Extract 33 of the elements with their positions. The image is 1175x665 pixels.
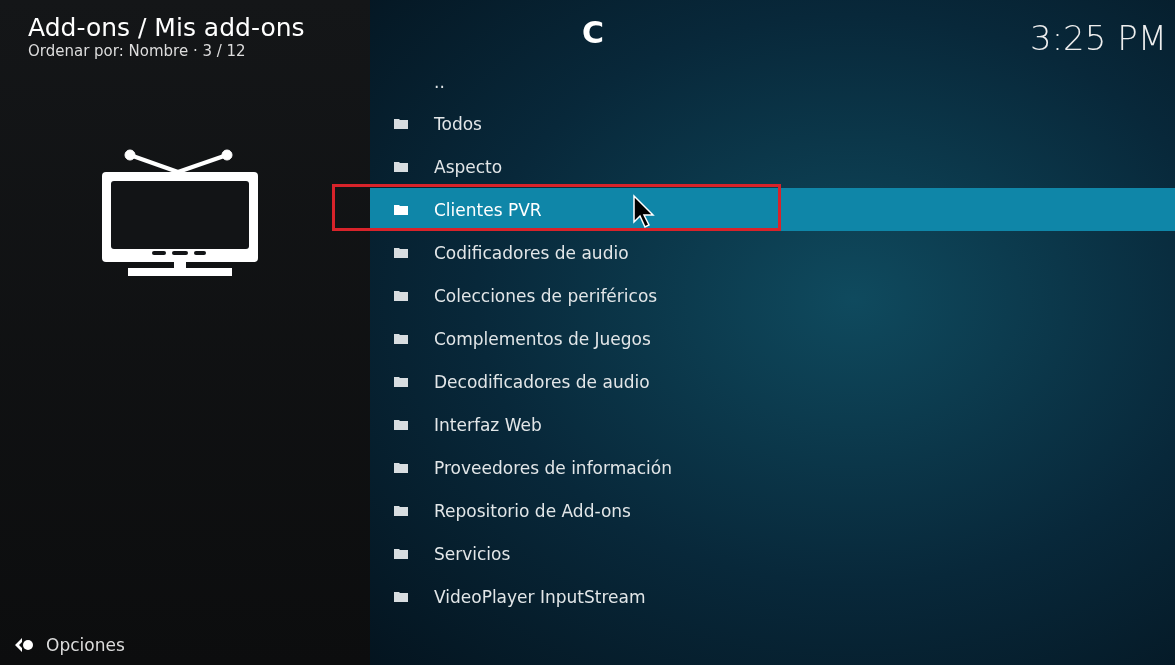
folder-icon — [394, 591, 408, 602]
folder-icon — [394, 161, 408, 172]
options-icon[interactable] — [14, 636, 34, 654]
list-item[interactable]: Decodificadores de audio — [370, 360, 1175, 403]
list-item[interactable]: Complementos de Juegos — [370, 317, 1175, 360]
list-item[interactable]: Clientes PVR — [370, 188, 1175, 231]
folder-icon — [394, 247, 408, 258]
list-item[interactable]: Codificadores de audio — [370, 231, 1175, 274]
cursor-icon — [632, 194, 658, 230]
breadcrumb-title: Add-ons / Mis add-ons — [28, 14, 306, 42]
tv-icon — [100, 148, 260, 278]
list-item[interactable]: Proveedores de información — [370, 446, 1175, 489]
list-item[interactable]: Aspecto — [370, 145, 1175, 188]
list-item[interactable]: VideoPlayer InputStream — [370, 575, 1175, 618]
folder-icon — [394, 204, 408, 215]
folder-icon — [394, 505, 408, 516]
folder-icon — [394, 118, 408, 129]
list-item[interactable]: Interfaz Web — [370, 403, 1175, 446]
letter-indicator: C — [582, 15, 605, 50]
list-item[interactable]: Todos — [370, 102, 1175, 145]
options-label[interactable]: Opciones — [46, 635, 125, 655]
clock: 3:25 PM — [1030, 18, 1167, 58]
folder-icon — [394, 419, 408, 430]
list-item[interactable]: Repositorio de Add-ons — [370, 489, 1175, 532]
folder-icon — [394, 548, 408, 559]
folder-icon — [394, 290, 408, 301]
folder-icon — [394, 333, 408, 344]
sort-info: Ordenar por: Nombre · 3 / 12 — [28, 42, 247, 60]
list-item[interactable]: Servicios — [370, 532, 1175, 575]
list-item[interactable]: Colecciones de periféricos — [370, 274, 1175, 317]
list-item[interactable]: .. — [370, 62, 1175, 102]
folder-icon — [394, 462, 408, 473]
folder-icon — [394, 376, 408, 387]
